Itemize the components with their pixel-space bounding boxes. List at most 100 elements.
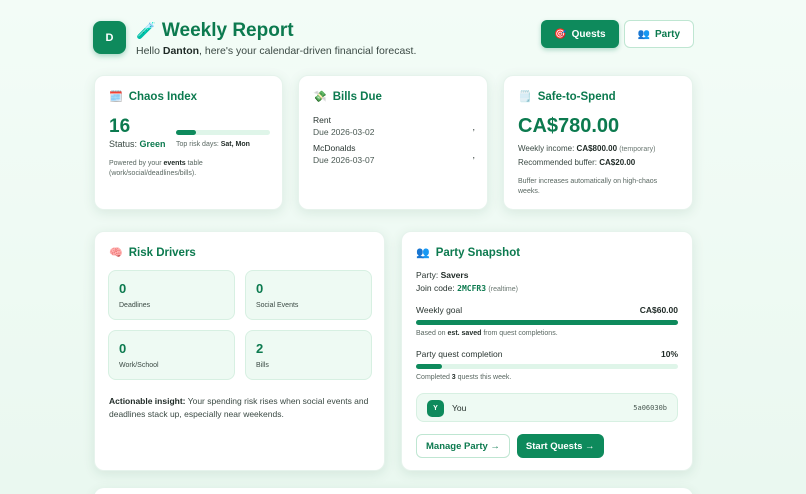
tile-label: Social Events <box>256 302 299 309</box>
party-button[interactable]: 👥 Party <box>623 20 694 48</box>
risk-tile-work-school: 0 Work/School <box>108 330 235 380</box>
manage-party-button[interactable]: Manage Party → <box>416 434 510 458</box>
card-title-text: Safe-to-Spend <box>537 90 616 103</box>
buffer-value: CA$20.00 <box>599 158 636 167</box>
member-name: You <box>452 403 467 413</box>
bill-item[interactable]: McDonalds Due 2026-03-07 , <box>313 143 475 167</box>
tile-value: 0 <box>119 281 127 296</box>
bill-due-date: Due 2026-03-02 <box>313 126 375 137</box>
buffer-note: Buffer increases automatically on high-c… <box>518 178 658 196</box>
status-label: Status: <box>109 139 140 149</box>
card-title-text: Chaos Index <box>128 90 198 103</box>
people-icon: 👥 <box>416 247 430 259</box>
tile-label: Deadlines <box>119 302 151 309</box>
notepad-icon: 🗒️ <box>518 91 532 103</box>
bill-amount: , <box>472 150 475 160</box>
goal-value: CA$60.00 <box>639 305 678 315</box>
next-card-peek <box>94 488 693 494</box>
test-tube-icon: 🧪 <box>136 23 156 40</box>
risk-label: Top risk days: <box>176 141 221 148</box>
completion-note-prefix: Completed <box>416 374 452 381</box>
member-avatar: Y <box>427 400 444 417</box>
card-title: 💸 Bills Due <box>313 90 473 104</box>
status-value: Green <box>139 139 166 149</box>
risk-days: Sat, Mon <box>220 141 250 148</box>
join-code[interactable]: 2MCFR3 <box>457 284 486 293</box>
party-name: Savers <box>440 270 469 280</box>
brain-icon: 🧠 <box>109 247 123 259</box>
party-actions: Manage Party → Start Quests → <box>416 434 604 458</box>
join-label: Join code: <box>416 283 458 293</box>
page-title-text: Weekly Report <box>161 20 294 41</box>
card-title-text: Bills Due <box>332 90 382 103</box>
money-icon: 💸 <box>313 91 327 103</box>
party-label: Party: <box>416 270 441 280</box>
chaos-status: Status: Green <box>109 139 166 149</box>
actionable-insight: Actionable insight: Your spending risk r… <box>109 395 369 421</box>
income-label: Weekly income: <box>518 144 577 153</box>
card-title: 🧠 Risk Drivers <box>109 246 370 260</box>
tile-value: 2 <box>256 341 264 356</box>
goal-label: Weekly goal <box>416 305 463 315</box>
chaos-index-card: 🗓️ Chaos Index 16 Status: Green Top risk… <box>94 75 283 210</box>
chaos-progress-fill <box>176 130 196 135</box>
completion-row: Party quest completion 10% <box>416 349 678 359</box>
calendar-icon: 🗓️ <box>109 91 123 103</box>
user-name: Danton <box>162 45 200 57</box>
target-icon: 🎯 <box>554 28 567 40</box>
goal-note-suffix: from quest completions. <box>481 330 558 337</box>
completion-note: Completed 3 quests this week. <box>416 374 511 381</box>
quests-button-label: Quests <box>571 28 606 40</box>
start-quests-button[interactable]: Start Quests → <box>516 434 604 458</box>
bill-name: McDonalds <box>313 143 356 153</box>
insight-label: Actionable insight: <box>109 396 186 406</box>
bill-item[interactable]: Rent Due 2026-03-02 , <box>313 115 475 139</box>
tile-value: 0 <box>256 281 264 296</box>
card-title: 👥 Party Snapshot <box>416 246 678 260</box>
avatar[interactable]: D <box>93 21 126 54</box>
tile-value: 0 <box>119 341 127 356</box>
chaos-note: Powered by your events table (work/socia… <box>109 159 269 179</box>
goal-note-bold: est. saved <box>447 330 482 337</box>
page-header: D 🧪 Weekly Report Hello Danton, here's y… <box>93 20 694 60</box>
tile-label: Bills <box>256 362 269 369</box>
risk-tile-social-events: 0 Social Events <box>245 270 372 320</box>
risk-tile-bills: 2 Bills <box>245 330 372 380</box>
risk-drivers-card: 🧠 Risk Drivers 0 Deadlines 0 Social Even… <box>94 231 385 471</box>
card-title-text: Risk Drivers <box>128 246 196 259</box>
completion-note-suffix: quests this week. <box>455 374 512 381</box>
title-group: 🧪 Weekly Report Hello Danton, here's you… <box>136 20 416 57</box>
safe-to-spend-card: 🗒️ Safe-to-Spend CA$780.00 Weekly income… <box>503 75 693 210</box>
party-button-label: Party <box>654 28 680 40</box>
bill-amount: , <box>472 122 475 132</box>
weekly-goal-fill <box>416 320 678 325</box>
income-value: CA$800.00 <box>576 144 618 153</box>
party-member-row[interactable]: Y You 5a06030b <box>416 393 678 422</box>
join-note: (realtime) <box>488 286 518 293</box>
chaos-progress-bar <box>176 130 270 135</box>
party-name-line: Party: Savers <box>416 270 468 280</box>
buffer-label: Recommended buffer: <box>518 158 600 167</box>
chaos-index-value: 16 <box>109 116 131 137</box>
quests-button[interactable]: 🎯 Quests <box>541 20 619 48</box>
weekly-goal-row: Weekly goal CA$60.00 <box>416 305 678 315</box>
tile-label: Work/School <box>119 362 159 369</box>
completion-bar <box>416 364 678 369</box>
bill-due-date: Due 2026-03-07 <box>313 154 375 165</box>
page-subtitle: Hello Danton, here's your calendar-drive… <box>136 45 416 57</box>
people-icon: 👥 <box>637 28 650 40</box>
page-title: 🧪 Weekly Report <box>136 20 416 42</box>
card-title: 🗒️ Safe-to-Spend <box>518 90 678 104</box>
member-id: 5a06030b <box>633 404 667 412</box>
note-bold: events <box>163 160 186 167</box>
join-code-line: Join code: 2MCFR3 (realtime) <box>416 283 518 293</box>
note-prefix: Powered by your <box>109 160 164 167</box>
bills-due-card: 💸 Bills Due Rent Due 2026-03-02 , McDona… <box>298 75 488 210</box>
party-snapshot-card: 👥 Party Snapshot Party: Savers Join code… <box>401 231 693 471</box>
safe-to-spend-value: CA$780.00 <box>518 115 620 137</box>
goal-note-prefix: Based on <box>416 330 448 337</box>
card-title-text: Party Snapshot <box>435 246 521 259</box>
weekly-goal-bar <box>416 320 678 325</box>
weekly-income: Weekly income: CA$800.00 (temporary) <box>518 144 655 153</box>
greeting-suffix: , here's your calendar-driven financial … <box>199 45 417 57</box>
